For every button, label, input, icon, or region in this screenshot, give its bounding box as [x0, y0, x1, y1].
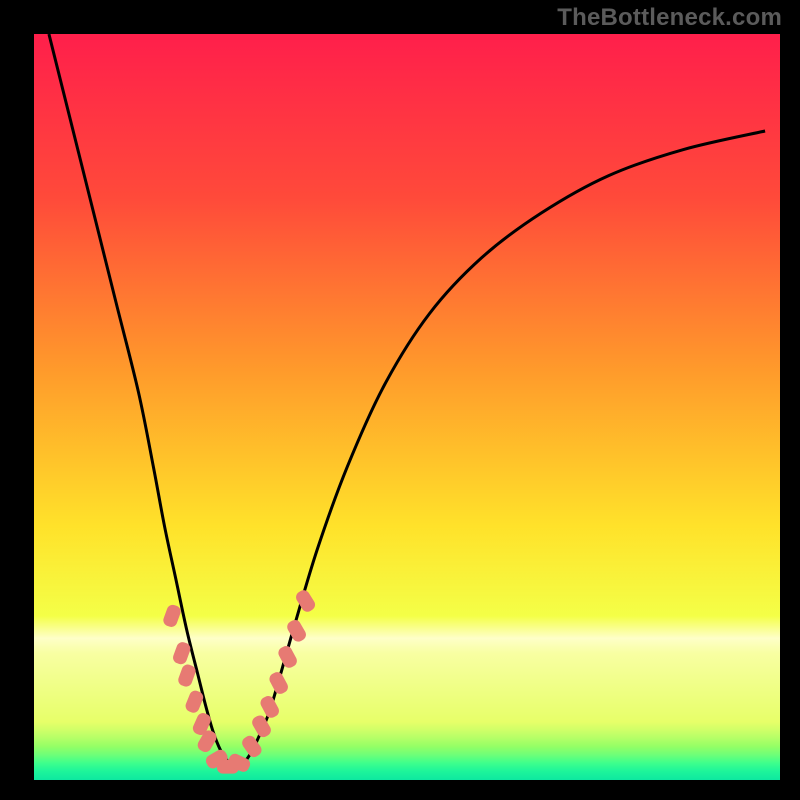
plot-area: [34, 34, 780, 780]
watermark-label: TheBottleneck.com: [557, 4, 782, 32]
curve-marker: [162, 603, 183, 628]
curve-marker: [267, 670, 290, 696]
chart-frame: TheBottleneck.com: [0, 0, 800, 800]
curve-layer: [34, 34, 780, 780]
curve-marker: [276, 644, 299, 670]
curve-marker: [285, 618, 308, 644]
curve-marker: [177, 663, 198, 688]
bottleneck-curve: [49, 34, 765, 767]
curve-marker: [240, 733, 264, 759]
curve-marker: [294, 588, 318, 614]
